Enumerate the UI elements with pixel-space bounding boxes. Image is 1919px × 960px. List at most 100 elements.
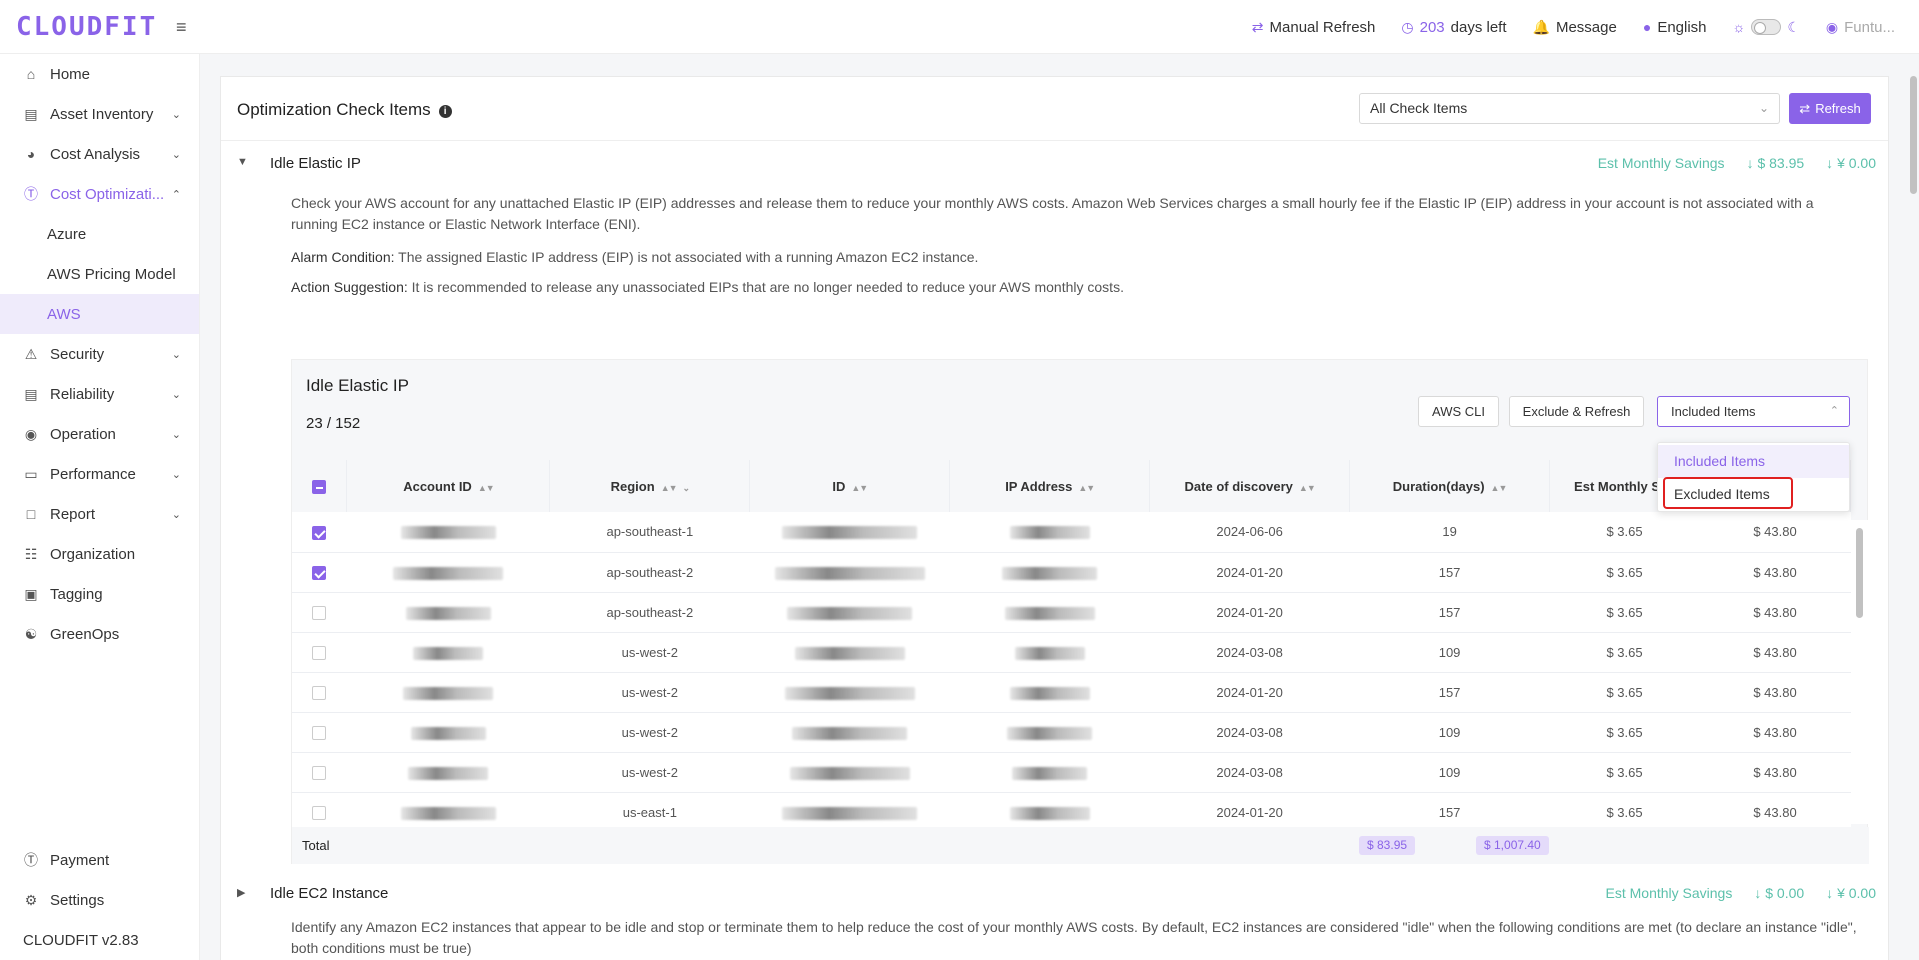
redacted-value bbox=[405, 606, 491, 620]
account-id-cell bbox=[346, 712, 550, 753]
sort-icon[interactable]: ▲▼ bbox=[661, 483, 678, 493]
theme-toggle[interactable]: ☼ ☾ bbox=[1733, 19, 1800, 36]
included-items-select[interactable]: Included Items ⌃ bbox=[1657, 396, 1850, 427]
sidebar-item-settings[interactable]: ⚙ Settings bbox=[0, 880, 200, 920]
date-cell: 2024-03-08 bbox=[1149, 752, 1350, 793]
sidebar-item-home[interactable]: ⌂ Home bbox=[0, 54, 199, 94]
row-checkbox[interactable] bbox=[312, 805, 327, 820]
sidebar-item-cost-optimization[interactable]: Ⓣ Cost Optimizati... ⌃ bbox=[0, 174, 199, 214]
sort-icon[interactable]: ▲▼ bbox=[478, 483, 495, 493]
row-checkbox[interactable] bbox=[312, 685, 327, 700]
ip-address-cell bbox=[949, 672, 1150, 713]
savings-usd: ↓ $ 0.00 bbox=[1754, 885, 1805, 901]
id-cell bbox=[749, 792, 950, 833]
table-row[interactable]: us-west-2 2024-03-08 109 $ 3.65 $ 43.80 bbox=[292, 632, 1851, 673]
row-checkbox[interactable] bbox=[312, 525, 327, 540]
row-checkbox[interactable] bbox=[312, 645, 327, 660]
menu-toggle-icon[interactable]: ≡ bbox=[176, 17, 187, 38]
sidebar-item-tagging[interactable]: ▣ Tagging bbox=[0, 574, 199, 614]
sun-icon: ☼ bbox=[1732, 19, 1746, 35]
account-id-cell bbox=[346, 592, 550, 633]
language-select[interactable]: ● English bbox=[1643, 19, 1707, 36]
eip-table: Account ID ▲▼ Region ▲▼ ⌄ ID ▲▼ IP Address ▲▼… bbox=[292, 460, 1851, 833]
collapse-caret-icon[interactable]: ▼ bbox=[237, 156, 248, 168]
check-items-select[interactable]: All Check Items ⌄ bbox=[1359, 93, 1780, 124]
table-row[interactable]: ap-southeast-1 2024-06-06 19 $ 3.65 $ 43.80 bbox=[292, 512, 1851, 553]
section-header[interactable]: ▼ Idle Elastic IP Est Monthly Savings ↓ … bbox=[221, 141, 1888, 187]
user-menu[interactable]: ◉ Funtu... bbox=[1826, 19, 1895, 36]
row-checkbox-cell bbox=[292, 632, 347, 673]
table-row[interactable]: us-west-2 2024-03-08 109 $ 3.65 $ 43.80 bbox=[292, 712, 1851, 753]
select-all-checkbox[interactable] bbox=[312, 479, 327, 494]
message-button[interactable]: 🔔 Message bbox=[1533, 19, 1617, 36]
chevron-down-icon: ⌄ bbox=[171, 508, 181, 521]
info-icon[interactable]: i bbox=[438, 105, 452, 118]
sort-icon[interactable]: ▲▼ bbox=[1491, 483, 1508, 493]
ip-address-cell bbox=[949, 752, 1150, 793]
moon-icon: ☾ bbox=[1787, 18, 1800, 35]
sidebar-item-organization[interactable]: ☷ Organization bbox=[0, 534, 199, 574]
chevron-up-icon: ⌃ bbox=[171, 188, 181, 201]
col-region[interactable]: Region ▲▼ ⌄ bbox=[549, 460, 751, 512]
savings-usd-cell: $ 3.65 bbox=[1549, 672, 1700, 713]
section-title: Idle Elastic IP bbox=[270, 155, 361, 172]
expand-caret-icon[interactable]: ▶ bbox=[237, 886, 245, 899]
sidebar-item-aws-pricing-model[interactable]: AWS Pricing Model bbox=[0, 254, 199, 294]
sidebar-item-report[interactable]: □ Report ⌄ bbox=[0, 494, 199, 534]
col-ip-address[interactable]: IP Address ▲▼ bbox=[949, 460, 1151, 512]
table-row[interactable]: us-west-2 2024-03-08 109 $ 3.65 $ 43.80 bbox=[292, 752, 1851, 793]
table-row[interactable]: ap-southeast-2 2024-01-20 157 $ 3.65 $ 43.80 bbox=[292, 552, 1851, 593]
sidebar-item-payment[interactable]: Ⓣ Payment bbox=[0, 840, 200, 880]
scrollbar-thumb[interactable] bbox=[1910, 76, 1917, 194]
sort-icon[interactable]: ▲▼ bbox=[1078, 483, 1095, 493]
sort-icon[interactable]: ▲▼ bbox=[1299, 483, 1316, 493]
manual-refresh-button[interactable]: ⇄ Manual Refresh bbox=[1252, 19, 1376, 36]
sort-icon[interactable]: ▲▼ bbox=[851, 483, 868, 493]
table-scrollbar[interactable] bbox=[1851, 520, 1868, 824]
col-duration[interactable]: Duration(days) ▲▼ bbox=[1349, 460, 1551, 512]
sidebar-item-security[interactable]: ⚠ Security ⌄ bbox=[0, 334, 199, 374]
col-account-id[interactable]: Account ID ▲▼ bbox=[346, 460, 551, 512]
sidebar-item-reliability[interactable]: ▤ Reliability ⌄ bbox=[0, 374, 199, 414]
row-checkbox[interactable] bbox=[312, 765, 327, 780]
section-header[interactable]: ▶ Idle EC2 Instance Est Monthly Savings … bbox=[221, 871, 1888, 917]
total-usd-badge: $ 83.95 bbox=[1359, 836, 1416, 855]
chevron-down-icon: ⌄ bbox=[171, 348, 181, 361]
redacted-value bbox=[782, 526, 918, 540]
date-cell: 2024-01-20 bbox=[1149, 592, 1350, 633]
region-cell: us-west-2 bbox=[549, 672, 750, 713]
exclude-refresh-button[interactable]: Exclude & Refresh bbox=[1509, 396, 1644, 427]
account-id-cell bbox=[346, 632, 550, 673]
logo[interactable]: CLOUDFIT bbox=[16, 12, 157, 42]
account-id-cell bbox=[346, 672, 550, 713]
scrollbar-thumb[interactable] bbox=[1856, 528, 1863, 618]
sidebar-item-azure[interactable]: Azure bbox=[0, 214, 199, 254]
ip-address-cell bbox=[949, 552, 1150, 593]
alarm-condition: Alarm Condition: The assigned Elastic IP… bbox=[291, 249, 979, 265]
row-checkbox[interactable] bbox=[312, 605, 327, 620]
col-id[interactable]: ID ▲▼ bbox=[749, 460, 951, 512]
sidebar-item-greenops[interactable]: ☯ GreenOps bbox=[0, 614, 199, 654]
alarm-icon: ⚠ bbox=[24, 345, 38, 362]
sidebar-item-performance[interactable]: ▭ Performance ⌄ bbox=[0, 454, 199, 494]
theme-switch[interactable] bbox=[1751, 19, 1782, 35]
sidebar-item-operation[interactable]: ◉ Operation ⌄ bbox=[0, 414, 199, 454]
row-count: 23 / 152 bbox=[306, 415, 361, 432]
gear-icon: ⚙ bbox=[24, 891, 38, 908]
sidebar-item-aws[interactable]: AWS bbox=[0, 294, 199, 334]
filter-chevron-icon[interactable]: ⌄ bbox=[683, 483, 690, 493]
dropdown-option-included[interactable]: Included Items bbox=[1658, 445, 1849, 478]
col-date-of-discovery[interactable]: Date of discovery ▲▼ bbox=[1149, 460, 1351, 512]
chevron-down-icon: ⌄ bbox=[1758, 101, 1769, 115]
sidebar-item-asset-inventory[interactable]: ▤ Asset Inventory ⌄ bbox=[0, 94, 199, 134]
aws-cli-button[interactable]: AWS CLI bbox=[1418, 396, 1499, 427]
row-checkbox[interactable] bbox=[312, 725, 327, 740]
refresh-button[interactable]: ⇄ Refresh bbox=[1789, 93, 1871, 124]
table-row[interactable]: us-west-2 2024-01-20 157 $ 3.65 $ 43.80 bbox=[292, 672, 1851, 713]
table-row[interactable]: us-east-1 2024-01-20 157 $ 3.65 $ 43.80 bbox=[292, 792, 1851, 833]
sidebar-item-cost-analysis[interactable]: ◕ Cost Analysis ⌄ bbox=[0, 134, 199, 174]
page-scrollbar[interactable] bbox=[1908, 64, 1919, 960]
table-row[interactable]: ap-southeast-2 2024-01-20 157 $ 3.65 $ 43.80 bbox=[292, 592, 1851, 633]
main-content: Optimization Check Items i All Check Item… bbox=[200, 54, 1900, 960]
row-checkbox[interactable] bbox=[312, 565, 327, 580]
